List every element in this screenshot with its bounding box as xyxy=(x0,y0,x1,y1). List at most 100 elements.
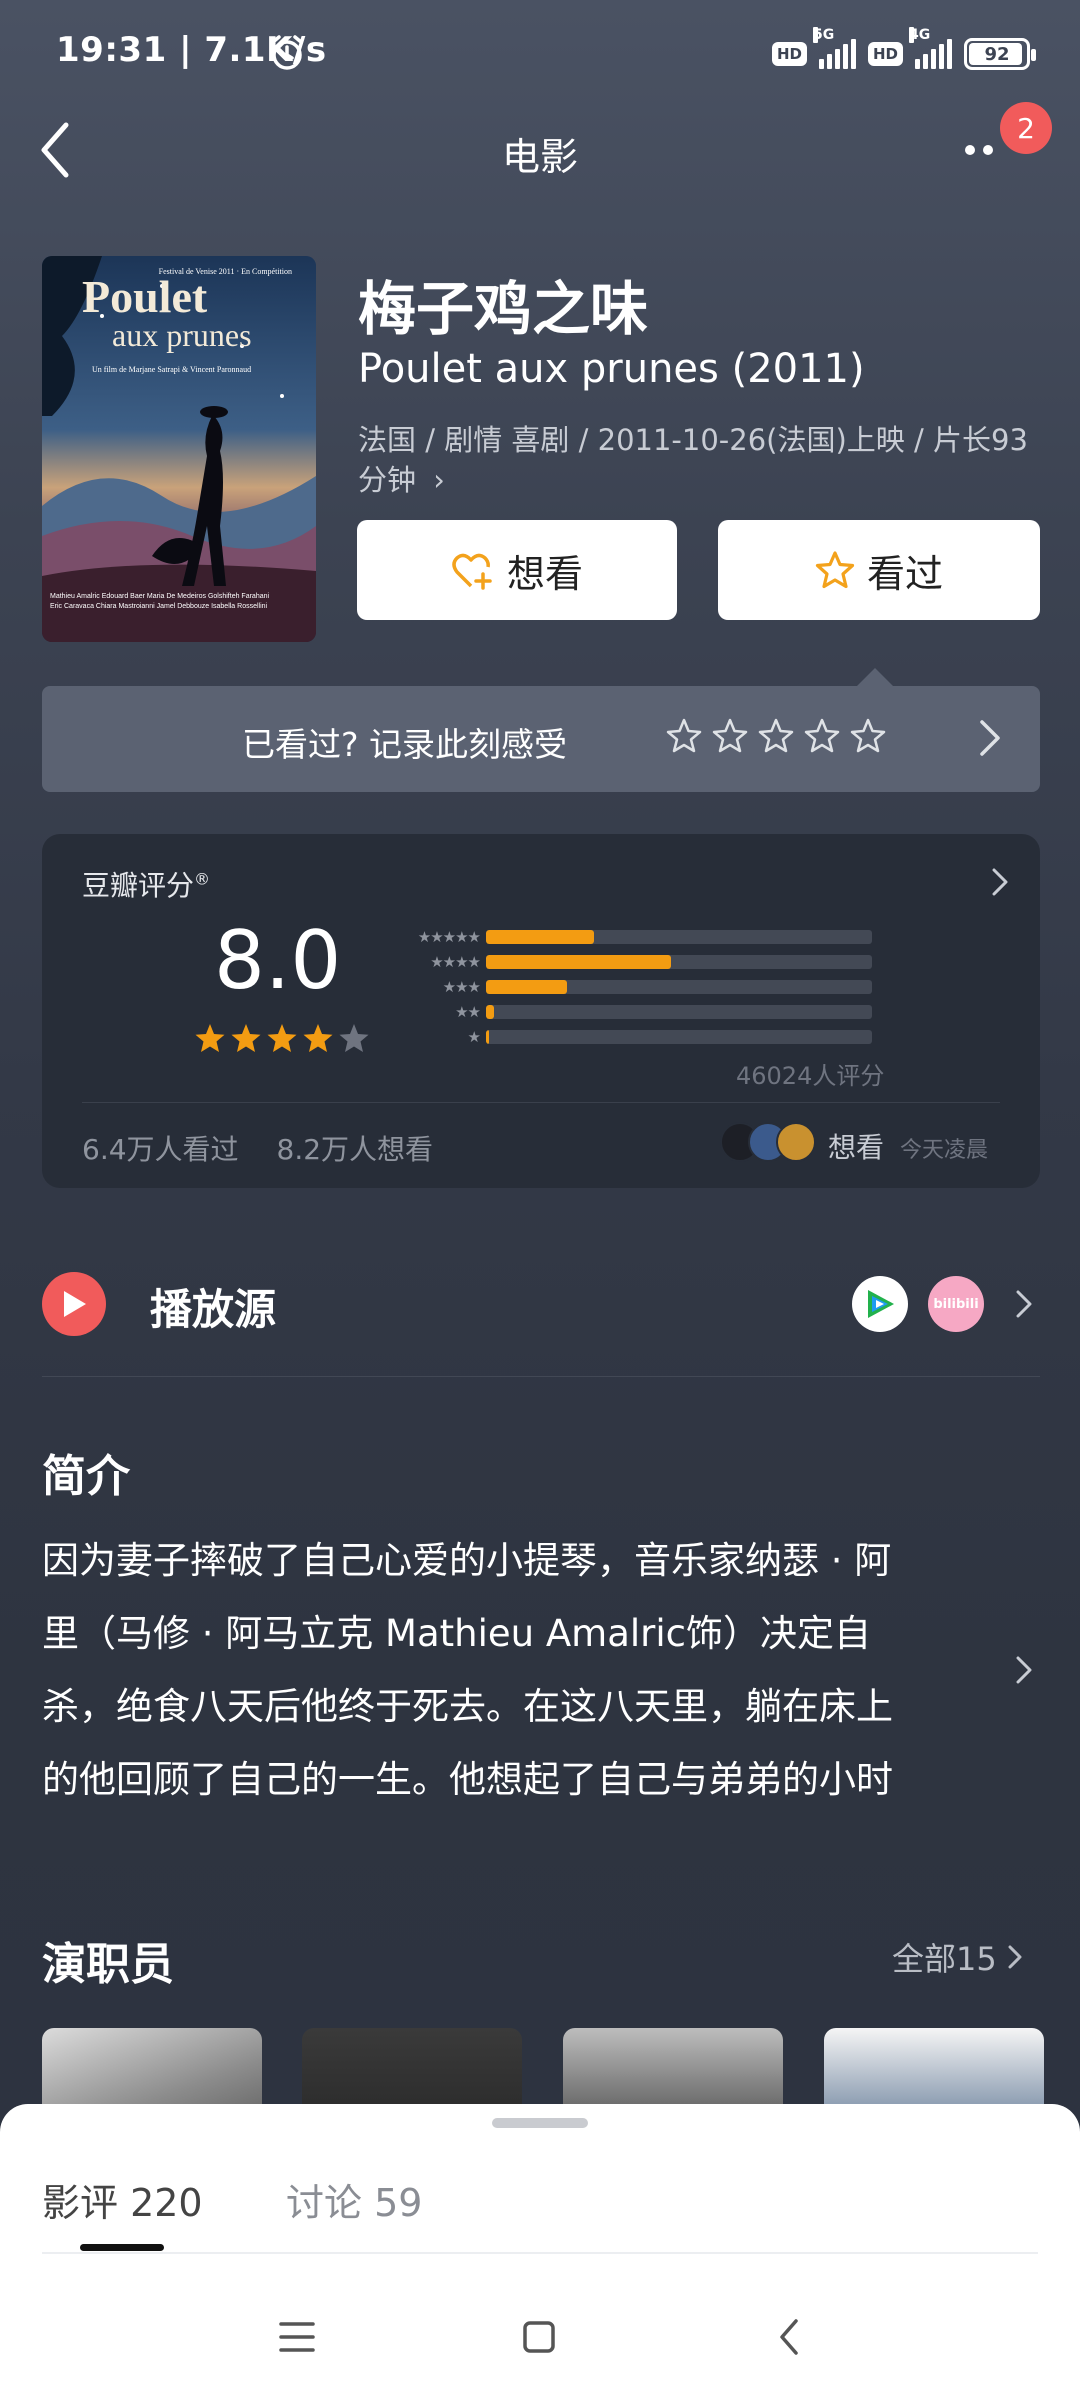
divider xyxy=(42,1376,1040,1377)
poster-credit: Un film de Marjane Satrapi & Vincent Par… xyxy=(92,365,251,374)
star-filled-icon xyxy=(267,1024,297,1052)
douban-rating-card[interactable]: 豆瓣评分® 8.0 ★★★★★ ★★★★ ★★★ ★★ ★ 46024人评分 6.4万人… xyxy=(42,834,1040,1188)
distribution-row: ★ xyxy=(390,1024,872,1049)
sheet-drag-handle[interactable] xyxy=(492,2118,588,2128)
tab-indicator xyxy=(80,2244,164,2251)
rating-count: 46024人评分 xyxy=(736,1062,885,1090)
system-nav-bar xyxy=(0,2272,1080,2400)
distribution-star-label: ★★★ xyxy=(442,977,481,996)
distribution-row: ★★★★ xyxy=(390,949,872,974)
rating-label: 豆瓣评分® xyxy=(82,864,210,904)
chevron-right-icon[interactable] xyxy=(1012,1286,1036,1322)
home-icon[interactable] xyxy=(514,2312,564,2362)
rating-distribution: ★★★★★ ★★★★ ★★★ ★★ ★ xyxy=(390,924,872,1049)
rating-score: 8.0 xyxy=(214,914,342,1007)
distribution-star-label: ★★★★ xyxy=(430,952,481,971)
distribution-bar xyxy=(486,954,672,969)
registered-mark: ® xyxy=(194,869,211,889)
bilibili-icon[interactable]: bilibili xyxy=(928,1276,984,1332)
cast-all-link[interactable]: 全部15 xyxy=(892,1934,1025,1980)
cast-title: 演职员 xyxy=(42,1939,174,1990)
hd-badge: HD xyxy=(771,42,807,66)
star-outline-icon xyxy=(815,551,855,589)
want-count: 8.2万人想看 xyxy=(276,1133,434,1166)
back-nav-icon[interactable] xyxy=(764,2312,814,2362)
avatar xyxy=(776,1122,816,1162)
star-empty-icon xyxy=(339,1024,369,1052)
watched-label: 看过 xyxy=(866,551,943,596)
poster-cast-line2: Eric Caravaca Chiara Mastroianni Jamel D… xyxy=(50,603,268,610)
watch-stats: 6.4万人看过 8.2万人想看 xyxy=(82,1128,433,1168)
distribution-bar xyxy=(486,929,595,944)
chevron-right-icon xyxy=(980,720,1000,756)
movie-meta[interactable]: 法国 / 剧情 喜剧 / 2011-10-26(法国)上映 / 片长93分钟 › xyxy=(358,420,1038,500)
movie-poster[interactable]: Festival de Venise 2011 · En Compétition… xyxy=(42,256,316,642)
rate-stars[interactable] xyxy=(664,716,888,756)
distribution-star-label: ★ xyxy=(467,1027,481,1046)
distribution-track xyxy=(486,1004,872,1019)
network-type: 4G xyxy=(909,27,931,43)
tab-discussions[interactable]: 讨论 59 xyxy=(286,2172,422,2227)
synopsis-line: 的他回顾了自己的一生。他想起了自己与弟弟的小时 xyxy=(42,1758,893,1801)
star-outline-icon[interactable] xyxy=(664,716,704,756)
divider xyxy=(82,1102,1000,1103)
distribution-star-label: ★★ xyxy=(455,1002,481,1021)
page-title: 电影 xyxy=(501,135,578,179)
tab-reviews[interactable]: 影评 220 xyxy=(42,2172,203,2227)
poster-art: Festival de Venise 2011 · En Compétition… xyxy=(42,256,316,642)
distribution-track xyxy=(486,1029,872,1044)
synopsis-title: 简介 xyxy=(42,1451,130,1502)
distribution-track xyxy=(486,954,872,969)
rating-stars xyxy=(194,1022,370,1054)
record-feeling-bar[interactable]: 已看过? 记录此刻感受 xyxy=(42,686,1040,792)
star-outline-icon[interactable] xyxy=(848,716,888,756)
movie-meta-text: 法国 / 剧情 喜剧 / 2011-10-26(法国)上映 / 片长93分钟 xyxy=(358,423,1028,497)
movie-title: 梅子鸡之味 xyxy=(358,275,649,343)
play-icon xyxy=(42,1272,106,1336)
synopsis-text[interactable]: 因为妻子摔破了自己心爱的小提琴，音乐家纳瑟 · 阿 里（马修 · 阿马立克 Ma… xyxy=(42,1524,982,1816)
signal-icon: 5G xyxy=(812,27,856,69)
star-filled-icon xyxy=(303,1024,333,1052)
chevron-right-icon[interactable] xyxy=(1012,1652,1036,1688)
status-bar: 19:31 | 7.1K/s HD 5G HD 4G 92 xyxy=(0,0,1080,100)
rating-label-text: 豆瓣评分 xyxy=(82,869,195,902)
signal-icon: 4G xyxy=(909,27,952,69)
synopsis-line: 里（马修 · 阿马立克 Mathieu Amalric饰）决定自 xyxy=(42,1612,871,1655)
battery-icon: 92 xyxy=(964,38,1036,70)
friend-avatars[interactable] xyxy=(720,1122,816,1162)
comments-sheet[interactable]: 影评 220 讨论 59 xyxy=(0,2104,1080,2272)
synopsis-line: 因为妻子摔破了自己心爱的小提琴，音乐家纳瑟 · 阿 xyxy=(42,1539,892,1582)
want-to-watch-button[interactable]: 想看 xyxy=(357,520,677,620)
seen-count: 6.4万人看过 xyxy=(82,1133,239,1166)
synopsis-line: 杀，绝食八天后他终于死去。在这八天里，躺在床上 xyxy=(42,1685,893,1728)
star-outline-icon[interactable] xyxy=(756,716,796,756)
cast-all-label: 全部15 xyxy=(892,1940,997,1978)
notification-badge: 2 xyxy=(1000,102,1052,154)
star-filled-icon xyxy=(195,1024,225,1052)
want-to-watch-label: 想看 xyxy=(506,551,583,596)
divider xyxy=(42,2252,1038,2254)
movie-original-title: Poulet aux prunes (2011) xyxy=(358,346,865,392)
distribution-row: ★★ xyxy=(390,999,872,1024)
distribution-star-label: ★★★★★ xyxy=(417,927,481,946)
star-outline-icon[interactable] xyxy=(710,716,750,756)
distribution-bar xyxy=(486,1004,494,1019)
distribution-row: ★★★ xyxy=(390,974,872,999)
record-pointer xyxy=(855,668,895,688)
distribution-track xyxy=(486,979,872,994)
alarm-icon xyxy=(271,35,303,70)
distribution-row: ★★★★★ xyxy=(390,924,872,949)
star-outline-icon[interactable] xyxy=(802,716,842,756)
friends-action: 想看 xyxy=(828,1131,885,1164)
network-type: 5G xyxy=(812,27,835,43)
distribution-bar xyxy=(486,979,568,994)
watched-button[interactable]: 看过 xyxy=(718,520,1040,620)
poster-title-line2: aux prunes xyxy=(112,317,252,353)
play-source-title[interactable]: 播放源 xyxy=(150,1276,276,1337)
poster-cast-line1: Mathieu Amalric Edouard Baer Maria De Me… xyxy=(50,593,269,600)
record-feeling-text: 已看过? 记录此刻感受 xyxy=(242,725,568,764)
hd-badge: HD xyxy=(867,42,903,66)
menu-icon[interactable] xyxy=(272,2312,322,2362)
tencent-video-icon[interactable] xyxy=(852,1276,908,1332)
distribution-track xyxy=(486,929,872,944)
